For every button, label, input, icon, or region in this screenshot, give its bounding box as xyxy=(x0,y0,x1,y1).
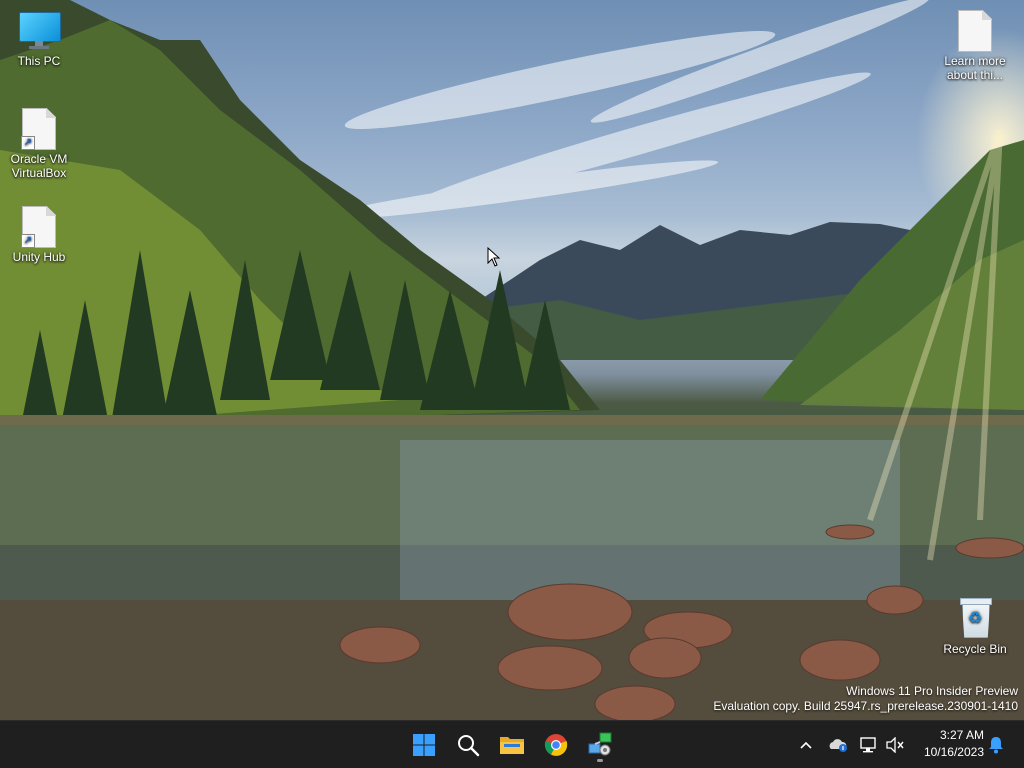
watermark-line-edition: Windows 11 Pro Insider Preview xyxy=(846,684,1018,698)
desktop-icon-oracle-vm-virtualbox[interactable]: ↗ Oracle VM VirtualBox xyxy=(1,108,77,180)
desktop-icon-label: Recycle Bin xyxy=(943,642,1007,656)
search-button[interactable] xyxy=(450,727,486,763)
network-tray-button[interactable] xyxy=(858,733,880,757)
clock-date: 10/16/2023 xyxy=(923,745,984,759)
folder-icon xyxy=(500,737,524,754)
file-icon xyxy=(955,10,995,52)
start-button[interactable] xyxy=(406,727,442,763)
volume-muted-icon xyxy=(886,737,904,753)
desktop-icon-label: Learn more about thi... xyxy=(944,54,1006,82)
chrome-icon xyxy=(544,734,568,756)
desktop-icon-this-pc[interactable]: This PC xyxy=(1,10,77,68)
notifications-button[interactable] xyxy=(986,733,1006,757)
onedrive-icon xyxy=(829,739,847,752)
windows-evaluation-watermark: Windows 11 Pro Insider Preview Evaluatio… xyxy=(713,684,1018,714)
bell-icon xyxy=(989,737,1003,754)
desktop-wallpaper xyxy=(0,0,1024,720)
mouse-cursor-icon xyxy=(487,246,501,272)
search-icon xyxy=(458,735,480,757)
desktop-icon-unity-hub[interactable]: ↗ Unity Hub xyxy=(1,206,77,264)
shortcut-arrow-icon: ↗ xyxy=(21,234,35,248)
desktop-icon-label: This PC xyxy=(17,54,61,68)
desktop-icon-label: Oracle VM VirtualBox xyxy=(10,152,68,180)
clock-time: 3:27 AM xyxy=(939,728,984,742)
shortcut-arrow-icon: ↗ xyxy=(21,136,35,150)
clock[interactable]: 3:27 AM 10/16/2023 xyxy=(914,727,984,761)
running-indicator xyxy=(597,759,603,762)
file-explorer-button[interactable] xyxy=(494,727,530,763)
shortcut-file-icon: ↗ xyxy=(19,206,59,248)
chrome-button[interactable] xyxy=(538,727,574,763)
windows-start-icon xyxy=(413,734,435,756)
this-pc-icon xyxy=(19,10,61,50)
taskbar: 3:27 AM 10/16/2023 xyxy=(0,720,1024,768)
network-app-button[interactable] xyxy=(582,727,618,763)
volume-tray-button[interactable] xyxy=(884,733,906,757)
network-icon xyxy=(860,737,876,753)
network-app-icon xyxy=(588,732,612,756)
onedrive-tray-button[interactable] xyxy=(826,733,850,757)
desktop-icon-recycle-bin[interactable]: ♻ Recycle Bin xyxy=(937,598,1013,656)
chevron-up-icon xyxy=(800,741,812,749)
desktop-icon-label: Unity Hub xyxy=(12,250,66,264)
show-hidden-icons-button[interactable] xyxy=(796,733,816,757)
watermark-line-build: Evaluation copy. Build 25947.rs_prerelea… xyxy=(713,699,1018,713)
recycle-bin-icon: ♻ xyxy=(955,598,995,638)
desktop-icon-learn-more[interactable]: Learn more about thi... xyxy=(937,10,1013,82)
landscape-illustration xyxy=(0,0,1024,720)
shortcut-file-icon: ↗ xyxy=(19,108,59,150)
